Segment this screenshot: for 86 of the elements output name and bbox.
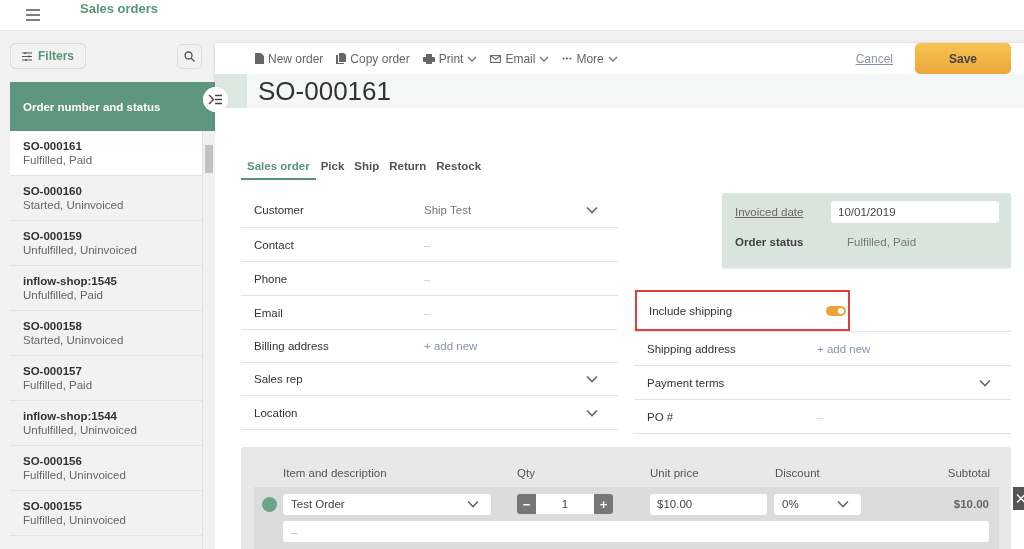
tab[interactable]: Ship: [349, 158, 385, 180]
toggle-switch[interactable]: [826, 305, 846, 316]
chevron-down-icon: [979, 378, 991, 387]
column-header: Item and description: [283, 467, 387, 479]
chevron-down-icon: [586, 375, 598, 383]
order-status: Fulfilled, Paid: [23, 379, 94, 391]
order-number: SO-000161: [23, 140, 83, 152]
copy-icon: [336, 53, 347, 64]
save-button[interactable]: Save: [915, 43, 1011, 74]
field-value: –: [424, 272, 431, 285]
field-label: Customer: [254, 204, 305, 216]
search-button[interactable]: [177, 43, 202, 69]
chevron-down-icon: [467, 500, 479, 508]
order-status: Unfulfilled, Uninvoiced: [23, 424, 138, 436]
document-icon: [255, 53, 264, 64]
order-number: SO-000158: [23, 320, 83, 332]
subtotal-value: $10.00: [953, 498, 989, 510]
unit-price-field[interactable]: $10.00: [650, 493, 767, 515]
menu-icon[interactable]: [26, 9, 40, 21]
field-label: Order status: [735, 236, 805, 248]
toolbar-button[interactable]: Copy order: [331, 46, 418, 71]
field-value: –: [424, 306, 431, 319]
field-value: –: [424, 238, 431, 251]
column-header: Discount: [775, 467, 820, 479]
caret-icon: [539, 55, 550, 62]
field-label: Sales rep: [254, 373, 304, 385]
column-header: Qty: [517, 467, 535, 479]
order-status: Fulfilled, Uninvoiced: [23, 514, 127, 526]
field-label: Phone: [254, 272, 289, 285]
field-label: PO #: [647, 410, 675, 423]
caret-icon: [607, 55, 618, 62]
order-number-field[interactable]: SO-000161: [247, 74, 1024, 108]
chevron-down-icon: [586, 408, 598, 417]
order-number: SO-000156: [23, 455, 83, 467]
caret-icon: [467, 55, 478, 62]
order-number: SO-000160: [23, 185, 83, 197]
description-field[interactable]: –: [283, 521, 989, 542]
increment-button[interactable]: +: [594, 494, 613, 514]
field-label: Payment terms: [647, 376, 726, 389]
column-header: Subtotal: [947, 467, 990, 479]
order-number: SO-000159: [23, 230, 83, 242]
scrollbar[interactable]: [202, 131, 215, 549]
field-value: Fulfilled, Paid: [847, 236, 917, 248]
item-dropdown[interactable]: Test Order: [283, 493, 491, 515]
order-status: Started, Uninvoiced: [23, 334, 125, 346]
tab[interactable]: Restock: [431, 158, 487, 180]
tab[interactable]: Return: [384, 158, 432, 180]
order-number: SO-000157: [23, 365, 83, 377]
list-header: Order number and status: [10, 82, 215, 131]
order-status: Started, Uninvoiced: [23, 199, 125, 211]
printer-icon: [422, 53, 435, 64]
tab[interactable]: Pick: [315, 158, 350, 180]
field-label: Billing address: [254, 340, 330, 352]
search-icon: [184, 50, 195, 62]
order-number: inflow-shop:1545: [23, 275, 118, 287]
order-status: Fulfilled, Paid: [23, 154, 94, 166]
ellipsis-icon: [562, 57, 573, 60]
chevron-down-icon: [837, 500, 849, 508]
order-status: Fulfilled, Uninvoiced: [23, 469, 127, 481]
sliders-icon: [22, 51, 32, 61]
field-label: Email: [254, 306, 284, 319]
discount-dropdown[interactable]: 0%: [774, 493, 861, 515]
toolbar-button[interactable]: New order: [250, 46, 332, 71]
decrement-button[interactable]: −: [517, 494, 536, 514]
toolbar-button[interactable]: Email: [485, 46, 558, 71]
field-label: Location: [254, 406, 299, 419]
field-label: Include shipping: [649, 304, 734, 317]
order-list-item[interactable]: SO-000161 Fulfilled, Paid: [10, 131, 203, 176]
chevron-down-icon: [586, 206, 598, 214]
order-status: Unfulfilled, Uninvoiced: [23, 244, 138, 256]
order-status: Unfulfilled, Paid: [23, 289, 104, 301]
envelope-icon: [490, 54, 502, 63]
order-number: inflow-shop:1544: [23, 410, 118, 422]
field-label: Contact: [254, 238, 295, 251]
tab[interactable]: Sales order: [241, 158, 316, 180]
column-header: Unit price: [650, 467, 699, 479]
page-title: Sales orders: [80, 0, 159, 16]
invoiced-date-link[interactable]: Invoiced date: [735, 206, 831, 218]
toolbar-button[interactable]: Print: [417, 46, 486, 71]
field-label: Shipping address: [647, 342, 737, 355]
order-number: SO-000155: [23, 500, 83, 512]
date-field[interactable]: 10/01/2019: [831, 201, 999, 223]
toolbar-button[interactable]: More: [557, 46, 626, 71]
field-value: –: [817, 410, 824, 423]
quantity-field[interactable]: 1: [536, 494, 594, 514]
dropdown-field[interactable]: Ship Test: [424, 198, 618, 222]
